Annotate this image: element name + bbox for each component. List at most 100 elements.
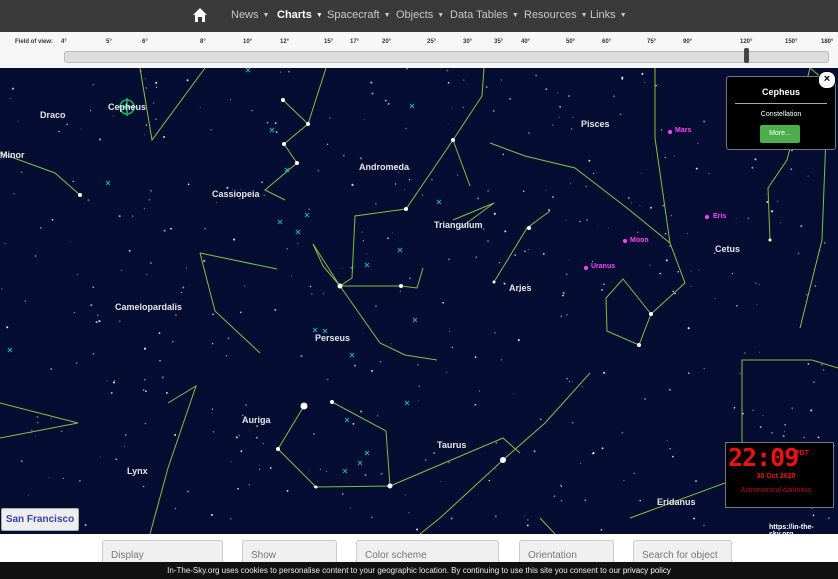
star [408,512,410,514]
fov-tick[interactable]: 30° [463,39,472,45]
star [229,517,232,520]
star [394,183,397,185]
object-title: Cepheus [761,87,800,97]
fov-tick[interactable]: 10° [243,39,252,45]
star [35,435,37,437]
label-cetus[interactable]: Cetus [715,244,740,254]
fov-tick[interactable]: 5° [106,39,112,45]
fov-tick[interactable]: 40° [521,39,530,45]
fov-slider-track[interactable] [64,51,829,63]
label-andromeda[interactable]: Andromeda [359,162,409,172]
fov-slider-handle[interactable] [744,48,749,63]
label-triangulum[interactable]: Triangulum [434,220,483,230]
fov-tick[interactable]: 120° [740,39,752,45]
star [269,466,272,469]
fov-tick[interactable]: 15° [324,39,333,45]
planet-moon[interactable]: Moon [630,237,649,244]
sky-chart[interactable]: Draco Minor Cepheus Cassiopeia Andromeda… [0,68,838,534]
fov-tick[interactable]: 35° [494,39,503,45]
star [259,468,261,470]
nav-charts[interactable]: Charts ▼ [277,9,323,21]
planet-eris[interactable]: Eris [713,213,726,220]
label-cepheus[interactable]: Cepheus [108,102,146,112]
clock-panel[interactable]: 22:09 PDT 30 Oct 2020 Astronomical darkn… [725,442,834,508]
fov-tick[interactable]: 20° [382,39,391,45]
nav-news[interactable]: News ▼ [231,9,269,21]
star [248,484,250,486]
star [557,92,559,94]
privacy-policy-link[interactable]: privacy policy [623,566,671,575]
label-minor[interactable]: Minor [0,150,25,160]
star [439,480,441,482]
fov-tick[interactable]: 8° [200,39,206,45]
label-auriga[interactable]: Auriga [242,415,271,425]
star [659,272,662,275]
nav-resources[interactable]: Resources ▼ [524,9,588,21]
planet-uranus[interactable]: Uranus [591,263,615,270]
star [75,362,78,364]
star [211,408,214,410]
label-camelopardalis[interactable]: Camelopardalis [115,302,182,312]
star [262,443,264,445]
fov-tick[interactable]: 25° [427,39,436,45]
location-button[interactable]: San Francisco [1,508,79,531]
star [572,116,574,118]
star [585,185,587,188]
label-lynx[interactable]: Lynx [127,466,148,476]
nav-data-tables[interactable]: Data Tables ▼ [450,9,519,21]
fov-tick[interactable]: 12° [280,39,289,45]
fov-tick[interactable]: 150° [785,39,797,45]
star [155,118,157,120]
star [115,458,118,461]
label-aries[interactable]: Aries [509,283,532,293]
star [349,507,352,509]
label-perseus[interactable]: Perseus [315,333,350,343]
star [370,516,373,519]
label-eridanus[interactable]: Eridanus [657,497,696,507]
star [670,214,673,217]
star [735,304,738,307]
label-taurus[interactable]: Taurus [437,440,466,450]
fov-tick[interactable]: 90° [683,39,692,45]
star [58,130,60,133]
fov-tick[interactable]: 75° [647,39,656,45]
planet-markers [584,130,709,270]
star [698,269,700,271]
label-draco[interactable]: Draco [40,110,66,120]
star [297,242,299,244]
star [482,228,485,230]
fov-tick[interactable]: 50° [566,39,575,45]
star [150,189,152,192]
star [649,264,651,266]
star [621,431,624,434]
star [814,284,817,287]
fov-tick[interactable]: 17° [350,39,359,45]
more-button[interactable]: More... [760,125,800,143]
star [822,369,825,371]
star [448,330,450,332]
star [474,403,477,406]
home-icon[interactable] [192,7,208,23]
fov-tick[interactable]: 4° [61,39,67,45]
star [145,124,148,126]
star [308,469,310,471]
star [90,304,93,307]
star [762,414,764,416]
star [326,143,329,145]
planet-mars[interactable]: Mars [675,127,691,134]
star [84,524,87,526]
star [48,477,50,479]
nav-objects[interactable]: Objects ▼ [396,9,444,21]
label-pisces[interactable]: Pisces [581,119,610,129]
star [274,122,277,124]
star [80,128,82,130]
fov-tick[interactable]: 6° [142,39,148,45]
star [695,480,697,482]
nav-links[interactable]: Links ▼ [590,9,627,21]
star [364,474,367,476]
close-icon[interactable]: × [818,71,836,89]
nav-spacecraft[interactable]: Spacecraft ▼ [327,9,391,21]
label-cassiopeia[interactable]: Cassiopeia [212,189,260,199]
fov-tick[interactable]: 180° [821,39,833,45]
fov-tick[interactable]: 60° [602,39,611,45]
